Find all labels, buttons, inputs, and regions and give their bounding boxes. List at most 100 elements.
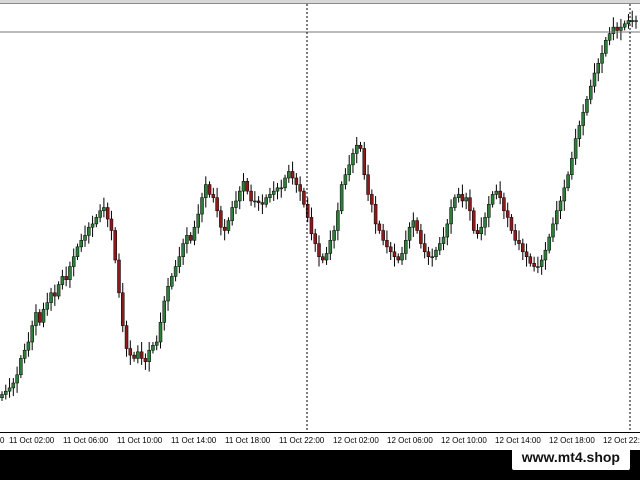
candle-body	[204, 184, 208, 198]
candle-body	[230, 207, 234, 221]
candle-body	[275, 187, 280, 192]
candle-body	[241, 181, 246, 192]
candle-body	[185, 235, 189, 244]
candle-body	[555, 210, 559, 225]
candle-body	[483, 217, 487, 228]
candle-body	[19, 358, 23, 376]
candle-body	[7, 387, 12, 392]
candle-body	[339, 184, 344, 212]
candle-body	[351, 153, 355, 166]
candle-body	[302, 190, 306, 205]
candle-body	[200, 197, 204, 215]
candle-body	[49, 292, 53, 303]
candle-body	[596, 62, 601, 74]
candle-body	[607, 33, 612, 41]
candle-body	[177, 256, 182, 267]
candle-body	[551, 223, 555, 238]
candle-body	[619, 26, 623, 31]
candle-body	[162, 300, 167, 323]
candle-body	[4, 390, 8, 395]
candle-body	[238, 190, 242, 202]
candle-body	[124, 325, 129, 349]
candle-body	[592, 72, 597, 87]
candle-body	[415, 220, 419, 231]
candle-body	[260, 202, 265, 205]
candle-body	[502, 197, 506, 212]
candle-body	[305, 203, 310, 218]
candle-body	[249, 190, 253, 202]
candle-body	[121, 292, 125, 326]
candle-body	[75, 246, 80, 257]
candle-body	[358, 144, 363, 149]
candle-body	[22, 349, 27, 359]
candle-body	[287, 171, 291, 179]
candle-body	[456, 194, 461, 198]
candle-body	[313, 233, 317, 244]
candle-body	[290, 171, 295, 179]
candle-body	[370, 194, 374, 205]
candle-body	[392, 251, 397, 257]
candle-body	[539, 259, 544, 267]
candle-body	[139, 351, 144, 359]
candle-body	[388, 246, 393, 253]
candle-body	[170, 276, 174, 287]
candle-body	[79, 240, 83, 248]
candle-body	[622, 23, 627, 28]
candle-body	[317, 243, 321, 257]
candle-body	[430, 256, 434, 258]
candle-body	[158, 322, 163, 343]
candle-body	[128, 348, 133, 356]
candle-body	[566, 174, 570, 189]
candle-body	[490, 194, 495, 205]
candle-body	[83, 235, 87, 241]
candle-body	[181, 243, 185, 257]
candle-body	[532, 263, 536, 267]
candle-body	[207, 184, 212, 195]
candle-body	[102, 207, 106, 212]
candle-body	[37, 312, 42, 323]
candle-body	[373, 203, 378, 225]
x-tick-label: 12 Oct 10:00	[441, 436, 487, 445]
candle-body	[87, 226, 91, 236]
candle-body	[196, 213, 200, 228]
x-tick-label: 12 Oct 06:00	[387, 436, 433, 445]
candle-body	[509, 217, 514, 231]
candle-body	[68, 266, 72, 280]
candle-body	[600, 53, 604, 64]
candle-body	[226, 220, 231, 231]
candle-body	[343, 174, 348, 185]
candle-body	[381, 230, 385, 241]
candle-body	[253, 200, 257, 203]
candle-body	[188, 235, 193, 241]
candle-body	[11, 382, 16, 389]
candle-body	[468, 197, 472, 212]
watermark-logo: www.mt4.shop	[511, 444, 630, 470]
candle-body	[219, 210, 223, 228]
candle-body	[562, 187, 567, 202]
candle-body	[347, 164, 351, 175]
x-tick-label: 11 Oct 10:00	[117, 436, 163, 445]
candle-body	[577, 125, 582, 139]
candlestick-chart[interactable]	[0, 4, 640, 432]
candle-body	[117, 259, 121, 294]
candle-body	[362, 148, 367, 175]
candle-body	[521, 243, 525, 253]
candle-body	[192, 226, 197, 241]
candle-body	[143, 358, 148, 362]
candle-body	[53, 292, 57, 297]
candle-body	[294, 177, 299, 185]
candle-body	[26, 341, 31, 351]
candle-body	[173, 266, 178, 277]
x-tick-partial: 0	[0, 436, 5, 445]
candle-body	[479, 226, 484, 235]
candle-body	[528, 256, 533, 264]
candle-body	[573, 138, 578, 159]
candle-body	[426, 251, 431, 257]
candle-body	[34, 312, 38, 326]
candle-body	[536, 266, 540, 268]
candle-body	[45, 302, 50, 310]
candle-body	[332, 230, 336, 241]
candle-body	[585, 99, 589, 113]
candle-body	[234, 200, 238, 208]
x-tick-label: 11 Oct 06:00	[63, 436, 109, 445]
